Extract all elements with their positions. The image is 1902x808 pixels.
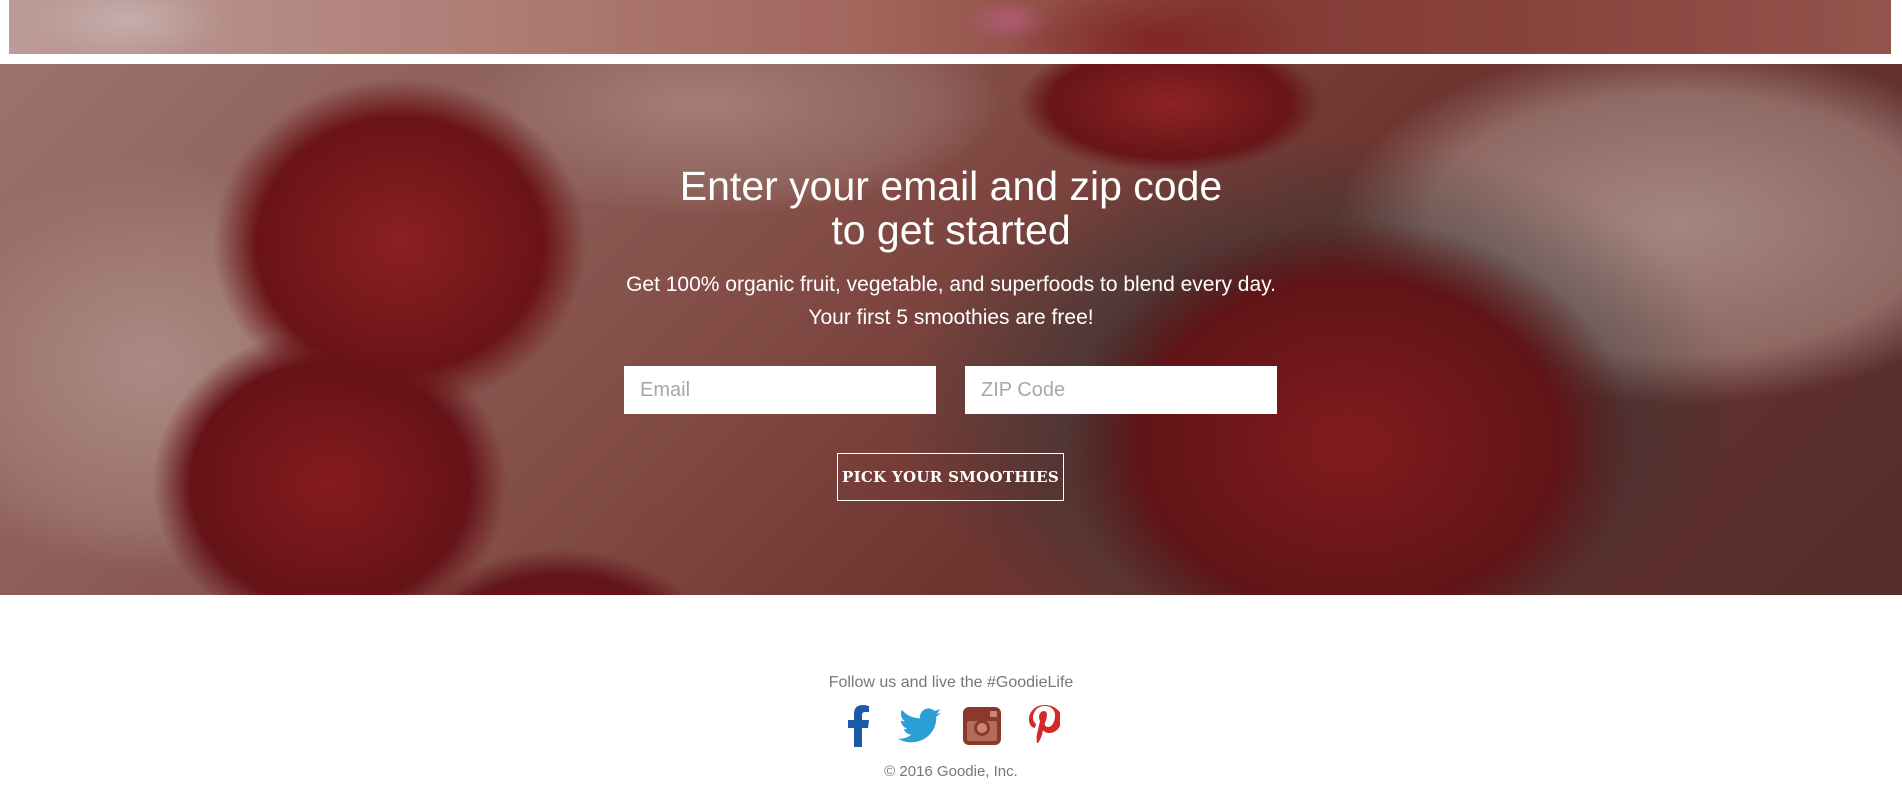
twitter-icon[interactable] bbox=[899, 705, 941, 747]
signup-subtitle: Get 100% organic fruit, vegetable, and s… bbox=[626, 273, 1276, 329]
email-input[interactable] bbox=[624, 366, 936, 414]
signup-title: Enter your email and zip code to get sta… bbox=[0, 164, 1902, 252]
instagram-icon[interactable] bbox=[961, 705, 1003, 747]
zip-code-input[interactable] bbox=[965, 366, 1277, 414]
pick-smoothies-button[interactable]: PICK YOUR SMOOTHIES bbox=[837, 453, 1064, 501]
copyright-text: © 2016 Goodie, Inc. bbox=[884, 763, 1018, 780]
pinterest-icon[interactable] bbox=[1023, 705, 1065, 747]
signup-title-line1: Enter your email and zip code bbox=[679, 163, 1223, 209]
footer: Follow us and live the #GoodieLife © 201… bbox=[0, 595, 1902, 808]
follow-text: Follow us and live the #GoodieLife bbox=[828, 674, 1074, 691]
signup-title-line2: to get started bbox=[831, 207, 1071, 253]
facebook-icon[interactable] bbox=[837, 705, 879, 747]
social-links bbox=[0, 705, 1902, 747]
top-banner-image bbox=[9, 0, 1891, 54]
signup-section: Enter your email and zip code to get sta… bbox=[0, 64, 1902, 595]
